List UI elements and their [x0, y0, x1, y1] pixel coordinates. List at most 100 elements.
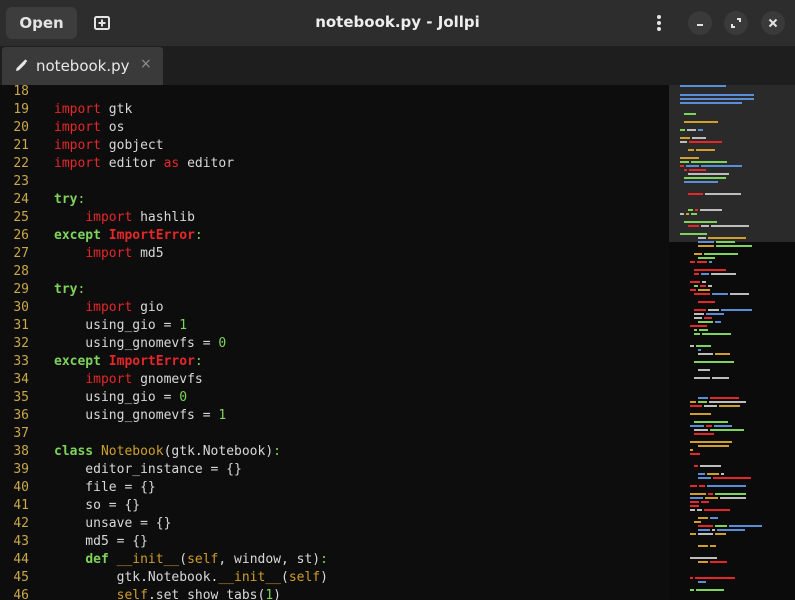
- minimap-line: [680, 102, 742, 104]
- minimap-line: [680, 213, 684, 215]
- minimap-line: [701, 225, 709, 227]
- minimap-line: [704, 253, 738, 255]
- minimap-line: [721, 309, 752, 311]
- line-text: using_gio = 1: [54, 318, 188, 333]
- minimap-line: [694, 521, 701, 523]
- code-line: 31 using_gio = 1: [0, 317, 669, 335]
- minimap-content: [669, 85, 795, 591]
- minimap-line: [690, 557, 717, 559]
- minimap-line: [698, 129, 703, 131]
- code-line: 44 def __init__(self, window, st):: [0, 551, 669, 569]
- minimap-line: [688, 149, 694, 151]
- minimap-line: [698, 369, 710, 371]
- minimap-line: [694, 433, 714, 435]
- minimap-line: [698, 289, 710, 291]
- line-number: 28: [13, 264, 29, 279]
- code-line: 43 md5 = {}: [0, 533, 669, 551]
- minimap-line: [691, 213, 697, 215]
- minimap[interactable]: [669, 85, 795, 600]
- minimap-line: [684, 121, 718, 123]
- minimap-line: [709, 261, 712, 263]
- minimap-line: [700, 209, 722, 211]
- minimap-line: [705, 497, 718, 499]
- line-text: import editor as editor: [54, 156, 235, 171]
- minimap-line: [690, 405, 702, 407]
- tab-notebook-py[interactable]: notebook.py ×: [2, 47, 163, 85]
- line-number: 27: [13, 246, 29, 261]
- minimap-line: [700, 285, 706, 287]
- minimap-line: [694, 377, 710, 379]
- minimap-line: [698, 237, 706, 239]
- minimap-line: [680, 141, 687, 143]
- minimap-line: [692, 137, 706, 139]
- minimap-line: [715, 321, 721, 323]
- minimap-line: [694, 269, 726, 271]
- line-text: self.set_show_tabs(1): [116, 588, 281, 600]
- minimap-line: [715, 353, 730, 355]
- minimap-line: [680, 85, 726, 87]
- minimap-line: [680, 137, 690, 139]
- code-line: 20 import os: [0, 119, 669, 137]
- tab-bar: notebook.py ×: [0, 47, 795, 85]
- minimap-line: [694, 293, 710, 295]
- maximize-icon: [731, 18, 741, 28]
- minimap-line: [690, 345, 694, 347]
- line-number: 31: [13, 318, 29, 333]
- window-title: notebook.py - Jollpi: [315, 13, 480, 31]
- minimap-line: [680, 161, 689, 163]
- tab-label: notebook.py: [36, 57, 130, 75]
- line-number: 26: [13, 228, 29, 243]
- minimap-line: [690, 441, 732, 443]
- code-editor[interactable]: 18 19 import gtk 20 import os 21 import gobjec…: [0, 85, 669, 600]
- minimap-line: [698, 245, 714, 247]
- maximize-button[interactable]: [724, 11, 748, 35]
- close-button[interactable]: [761, 11, 785, 35]
- code-line: 33 except ImportError:: [0, 353, 669, 371]
- minimap-line: [719, 405, 740, 407]
- minimap-line: [690, 493, 706, 495]
- minimap-line: [690, 577, 693, 579]
- line-text: except ImportError:: [54, 354, 203, 369]
- code-line: 27 import md5: [0, 245, 669, 263]
- line-text: import gobject: [54, 138, 164, 153]
- minimap-line: [690, 261, 695, 263]
- minimap-line: [709, 401, 746, 403]
- kebab-menu-icon: [657, 15, 661, 31]
- header-bar: Open notebook.py - Jollpi: [0, 0, 795, 47]
- minimap-line: [684, 221, 717, 223]
- minimap-line: [690, 325, 707, 327]
- minimap-line: [707, 473, 719, 475]
- minimap-line: [694, 285, 698, 287]
- minimap-line: [694, 465, 698, 467]
- minimap-line: [684, 169, 687, 171]
- line-number: 23: [13, 174, 29, 189]
- minimap-line: [688, 193, 703, 195]
- minimap-line: [694, 309, 706, 311]
- line-text: unsave = {}: [54, 516, 172, 531]
- minimap-line: [687, 129, 696, 131]
- code-line: 34 import gnomevfs: [0, 371, 669, 389]
- minimap-line: [715, 533, 726, 535]
- minimap-line: [694, 313, 704, 315]
- minimize-button[interactable]: [688, 11, 712, 35]
- code-line: 21 import gobject: [0, 137, 669, 155]
- line-text: gtk.Notebook.__init__(self): [54, 570, 328, 585]
- minimap-line: [695, 209, 698, 211]
- line-text: import gnomevfs: [85, 372, 203, 387]
- minimap-line: [701, 165, 742, 167]
- minimap-line: [720, 497, 746, 499]
- minimap-line: [690, 425, 704, 427]
- minimap-line: [690, 497, 703, 499]
- code-line: 32 using_gnomevfs = 0: [0, 335, 669, 353]
- tab-close-button[interactable]: ×: [140, 56, 152, 72]
- minimap-line: [680, 233, 707, 235]
- minimap-line: [711, 273, 736, 275]
- menu-button[interactable]: [648, 11, 670, 35]
- minimap-line: [680, 94, 754, 96]
- code-line: 39 editor_instance = {}: [0, 461, 669, 479]
- line-number: 18: [13, 85, 29, 99]
- minimap-line: [690, 533, 696, 535]
- minimap-line: [694, 429, 708, 431]
- line-number: 25: [13, 210, 29, 225]
- minimize-icon: [697, 24, 703, 26]
